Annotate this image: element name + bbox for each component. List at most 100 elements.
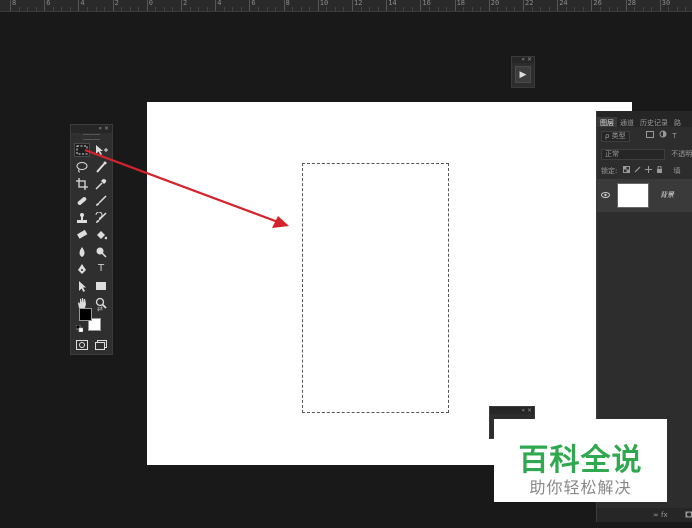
floating-panel-header[interactable]: « ×	[490, 407, 534, 414]
lock-pixels-icon[interactable]	[634, 166, 643, 175]
text-tool-icon[interactable]: T	[93, 262, 109, 276]
ruler-tick	[78, 0, 80, 11]
rectangle-tool-icon[interactable]	[93, 279, 109, 293]
ruler-minor-tick	[394, 7, 396, 11]
ruler-minor-tick	[565, 7, 567, 11]
ruler-label: 8	[285, 0, 290, 7]
paint-bucket-tool-icon[interactable]	[93, 228, 109, 242]
ruler-minor-tick	[428, 7, 430, 11]
ruler-minor-tick	[309, 7, 311, 11]
ruler-label: 16	[422, 0, 431, 7]
ruler-minor-tick	[104, 7, 106, 11]
ruler-minor-tick	[266, 7, 268, 11]
ruler-tick	[557, 0, 559, 11]
filter-kind-select[interactable]: ρ 类型	[601, 131, 630, 142]
lock-all-icon[interactable]	[656, 166, 665, 175]
lock-transparent-icon[interactable]	[622, 166, 632, 175]
grip-handle[interactable]	[83, 134, 100, 140]
panel-header[interactable]: « ×	[512, 57, 534, 63]
layers-panel-footer: ∞ fx	[597, 508, 692, 522]
ruler-label: 6	[251, 0, 256, 7]
swap-colors-icon[interactable]: ⇄	[97, 305, 103, 313]
filter-type-icon[interactable]: T	[672, 132, 676, 140]
pen-tool-icon[interactable]	[74, 262, 90, 276]
filter-adjustment-icon[interactable]	[659, 130, 669, 140]
history-brush-tool-icon[interactable]	[93, 211, 109, 225]
tab-channels[interactable]: 通道	[617, 117, 637, 127]
filter-image-icon[interactable]	[645, 131, 656, 140]
ruler-minor-tick	[275, 7, 277, 11]
tab-paths[interactable]: 路	[671, 117, 684, 127]
ruler-minor-tick	[471, 7, 473, 11]
foreground-color-swatch[interactable]	[79, 308, 92, 321]
tools-panel-header[interactable]: « ×	[71, 125, 112, 133]
ruler-minor-tick	[155, 7, 157, 11]
lock-label: 锁定:	[601, 167, 618, 175]
ruler-label: 8	[12, 0, 17, 7]
ruler-minor-tick	[138, 7, 140, 11]
eye-icon[interactable]	[601, 191, 610, 200]
ruler-minor-tick	[617, 7, 619, 11]
ruler-tick	[523, 0, 524, 11]
brush-tool-icon[interactable]	[93, 194, 109, 208]
eraser-tool-icon[interactable]	[74, 228, 90, 242]
path-selection-tool-icon[interactable]	[74, 279, 90, 293]
ruler-label: 0	[148, 0, 154, 7]
ruler-minor-tick	[61, 7, 63, 11]
ruler-minor-tick	[257, 7, 259, 11]
ruler-label: 22	[525, 0, 534, 7]
layer-name[interactable]: 背景	[660, 190, 674, 200]
layer-thumbnail[interactable]	[617, 183, 649, 208]
blend-mode-select[interactable]: 正常	[601, 149, 665, 160]
blur-tool-icon[interactable]	[74, 245, 90, 259]
ruler-tick	[386, 0, 388, 11]
tab-layers[interactable]: 图层	[597, 117, 617, 127]
dodge-tool-icon[interactable]	[93, 245, 109, 259]
lasso-tool-icon[interactable]	[74, 160, 90, 174]
quick-mask-icon[interactable]	[74, 338, 90, 352]
add-mask-icon[interactable]	[685, 511, 692, 520]
ruler-label: 4	[80, 0, 85, 7]
lock-position-icon[interactable]	[645, 166, 654, 175]
ruler-minor-tick	[634, 7, 636, 11]
watermark-subtitle: 助你轻松解决	[529, 478, 632, 497]
healing-brush-tool-icon[interactable]	[74, 194, 90, 208]
ruler-minor-tick	[642, 7, 644, 11]
ruler-minor-tick	[18, 7, 20, 11]
ruler-minor-tick	[326, 7, 328, 11]
collapsed-actions-panel[interactable]: « × ▶	[511, 56, 535, 88]
screen-mode-icon[interactable]	[93, 338, 109, 352]
ruler-minor-tick	[608, 7, 610, 11]
opacity-label: 不透明	[671, 150, 692, 158]
clone-stamp-tool-icon[interactable]	[74, 211, 90, 225]
ruler-minor-tick	[189, 7, 191, 11]
blend-row: 正常 不透明	[601, 149, 692, 160]
ruler-minor-tick	[334, 7, 336, 11]
layer-row-background[interactable]: 背景	[597, 179, 692, 212]
ruler-label: 18	[456, 0, 466, 7]
ruler-minor-tick	[582, 7, 584, 11]
ruler-minor-tick	[240, 7, 242, 11]
quick-selection-tool-icon[interactable]	[93, 160, 109, 174]
ruler-minor-tick	[95, 7, 97, 11]
tab-history[interactable]: 历史记录	[637, 117, 671, 127]
ruler-label: 4	[217, 0, 222, 7]
ruler-minor-tick	[651, 7, 653, 11]
eyedropper-tool-icon[interactable]	[93, 177, 109, 191]
move-tool-icon[interactable]	[93, 143, 109, 157]
default-colors-icon[interactable]	[75, 324, 84, 334]
ruler-tick	[283, 0, 285, 11]
ruler-minor-tick	[292, 7, 294, 11]
crop-tool-icon[interactable]	[74, 177, 90, 191]
ruler-minor-tick	[505, 7, 507, 11]
ruler-label: 20	[490, 0, 500, 7]
rectangular-selection[interactable]	[302, 163, 449, 413]
lock-row: 锁定: 填	[601, 166, 692, 176]
ruler-minor-tick	[206, 7, 208, 11]
link-fx-icons[interactable]: ∞ fx	[653, 511, 668, 519]
play-icon[interactable]: ▶	[515, 66, 531, 83]
rectangular-marquee-tool-icon[interactable]	[74, 143, 90, 157]
ruler-label: 6	[46, 0, 51, 7]
ruler-minor-tick	[369, 7, 371, 11]
ruler-tick	[181, 0, 182, 11]
